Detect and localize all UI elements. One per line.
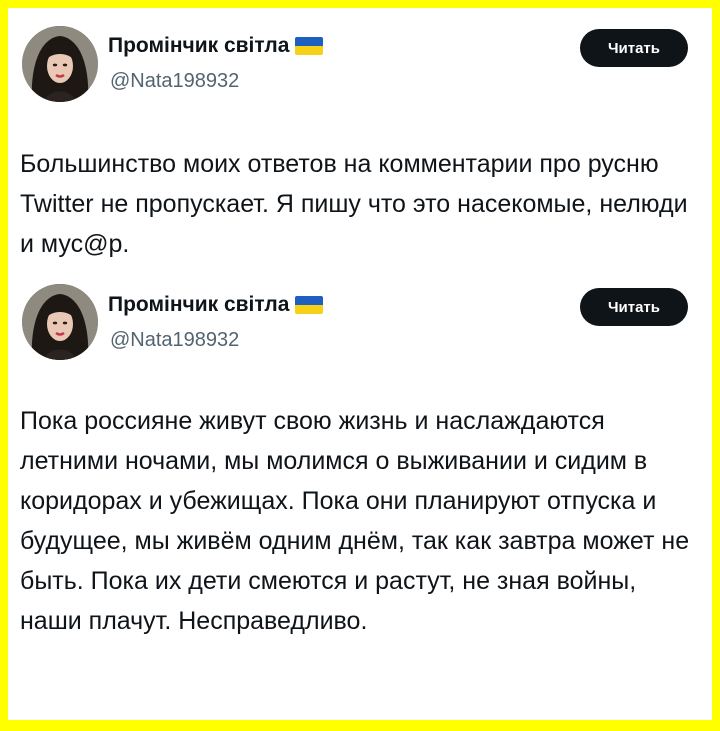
ukraine-flag-icon: [295, 296, 324, 314]
tweet-text: Большинство моих ответов на комментарии …: [20, 150, 688, 258]
tweet-1: Промінчик світла @Nata198932 Читать Боль…: [8, 8, 712, 278]
tweet-text: Пока россияне живут свою жизнь и наслажд…: [20, 407, 690, 635]
avatar[interactable]: [22, 284, 98, 360]
screenshot-card: Промінчик світла @Nata198932 Читать Боль…: [8, 8, 712, 720]
display-name-row[interactable]: Промінчик світла: [108, 34, 324, 58]
tweet-2: Промінчик світла @Nata198932 Читать Пока…: [8, 276, 712, 716]
display-name-row[interactable]: Промінчик світла: [108, 293, 324, 317]
display-name[interactable]: Промінчик світла: [108, 293, 289, 317]
ukraine-flag-icon: [295, 37, 324, 55]
read-button[interactable]: Читать: [580, 29, 688, 67]
display-name[interactable]: Промінчик світла: [108, 34, 289, 58]
user-handle[interactable]: @Nata198932: [110, 329, 239, 352]
user-handle[interactable]: @Nata198932: [110, 70, 239, 93]
avatar-image: [22, 26, 98, 102]
avatar-image: [22, 284, 98, 360]
read-button[interactable]: Читать: [580, 288, 688, 326]
avatar[interactable]: [22, 26, 98, 102]
